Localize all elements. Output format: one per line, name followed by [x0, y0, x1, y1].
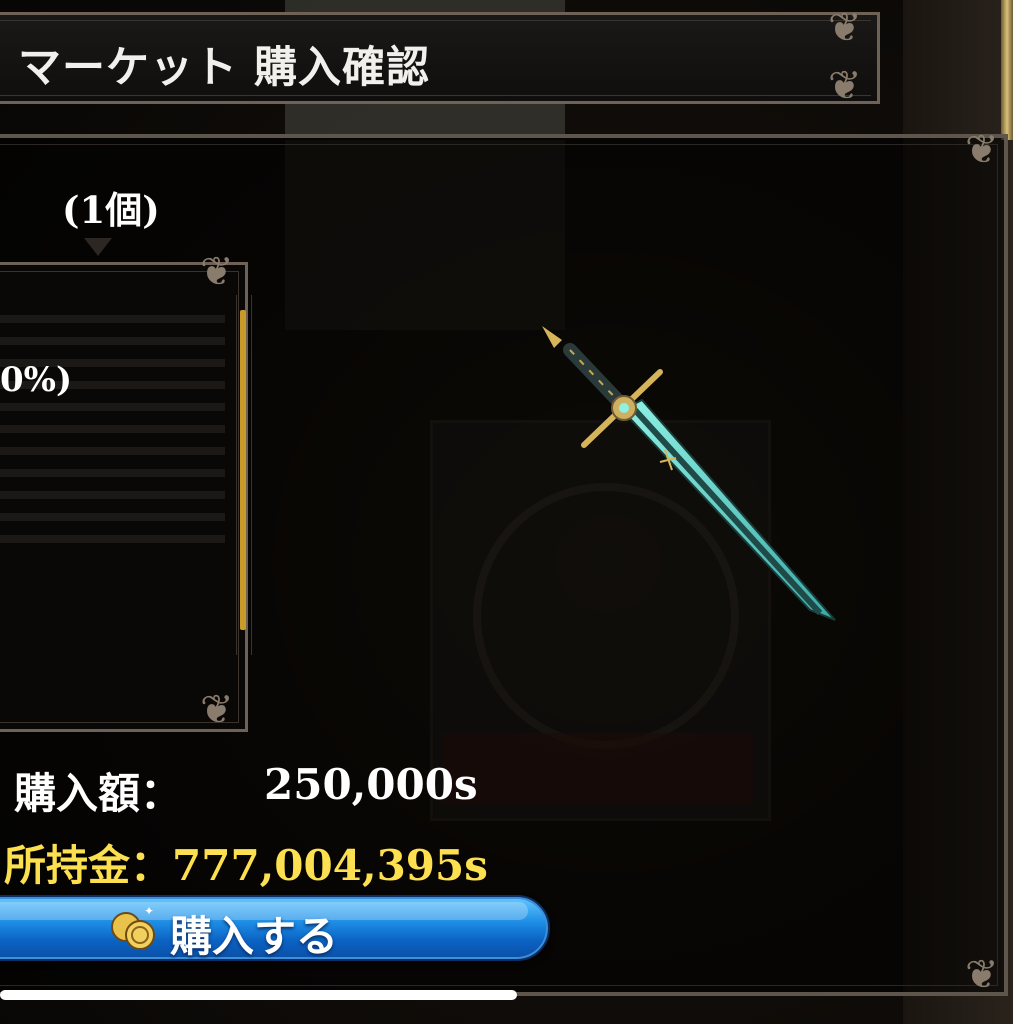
- ornament-icon: ❦: [828, 5, 862, 51]
- page-title: マーケット 購入確認: [18, 43, 430, 93]
- sword-icon: [542, 326, 836, 621]
- coin-icon: ✦: [111, 905, 155, 950]
- ornament-icon: ❦: [200, 249, 234, 295]
- pointer-arrow: [84, 238, 112, 256]
- title-bar: マーケット 購入確認: [0, 12, 880, 104]
- gold-frame-edge: [1001, 0, 1013, 140]
- description-scrollbar[interactable]: [240, 310, 246, 630]
- ornament-icon: ❦: [200, 687, 234, 733]
- buy-button[interactable]: ✦ 購入する: [0, 895, 550, 961]
- price-value: 250,000s: [264, 760, 478, 809]
- ornament-icon: ❦: [965, 952, 999, 998]
- item-description-box[interactable]: [0, 262, 248, 732]
- svg-text:✦: ✦: [144, 905, 154, 918]
- item-quantity: (1個): [62, 188, 160, 232]
- current-money: 所持金：777,004,395s: [4, 841, 488, 890]
- ornament-icon: ❦: [965, 127, 999, 173]
- loading-progress-bar: [0, 990, 517, 1000]
- price-label: 購入額：: [14, 769, 183, 818]
- ornament-icon: ❦: [828, 63, 862, 109]
- description-ghost-text: [0, 315, 225, 545]
- buy-button-label: 購入する: [170, 912, 339, 961]
- item-description-text: 0%): [0, 360, 73, 400]
